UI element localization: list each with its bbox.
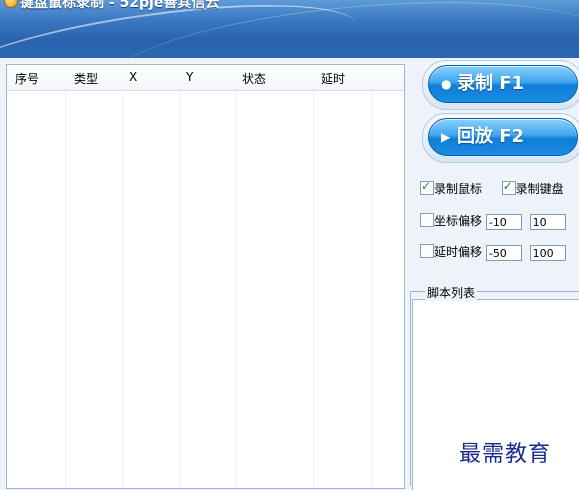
- delay-offset-row: 延时偏移 -50 100: [420, 243, 566, 261]
- column-header-delay[interactable]: 延时: [321, 70, 345, 87]
- record-button-label: 录制 F1: [457, 73, 525, 94]
- record-mouse-checkbox[interactable]: [420, 179, 434, 195]
- record-list[interactable]: 序号 类型 X Y 状态 延时: [6, 64, 405, 489]
- column-header-x[interactable]: X: [129, 70, 137, 84]
- record-button[interactable]: ● 录制 F1: [428, 65, 578, 103]
- control-panel: ● 录制 F1 ▶ 回放 F2 录制鼠标 录制键盘 坐标偏移 -10 10 延时…: [410, 58, 579, 490]
- list-header: 序号 类型 X Y 状态 延时: [7, 65, 404, 91]
- column-header-index[interactable]: 序号: [15, 70, 39, 87]
- record-options-row: 录制鼠标 录制键盘: [420, 179, 564, 198]
- script-list-title: 脚本列表: [425, 284, 478, 301]
- column-separator: [122, 65, 123, 488]
- playback-button-label: 回放 F2: [457, 126, 525, 147]
- column-separator: [313, 65, 314, 488]
- script-list[interactable]: 最需教育: [412, 299, 579, 490]
- coord-offset-min-input[interactable]: -10: [485, 214, 522, 230]
- delay-offset-checkbox[interactable]: [420, 244, 434, 258]
- record-keyboard-checkbox[interactable]: [501, 179, 516, 195]
- coord-offset-row: 坐标偏移 -10 10: [420, 212, 566, 230]
- script-list-group: 最需教育 脚本列表: [410, 284, 579, 490]
- delay-offset-max-input[interactable]: 100: [529, 245, 566, 261]
- watermark-text: 最需教育: [459, 442, 552, 467]
- column-separator: [372, 65, 373, 488]
- coord-offset-checkbox[interactable]: [420, 213, 434, 227]
- column-header-y[interactable]: Y: [186, 70, 193, 84]
- delay-offset-label: 延时偏移: [434, 245, 483, 259]
- coord-offset-label: 坐标偏移: [434, 214, 483, 228]
- record-dot-icon: ●: [441, 77, 452, 91]
- column-separator: [65, 65, 66, 488]
- app-icon: [4, 0, 18, 8]
- record-keyboard-label: 录制键盘: [515, 182, 564, 196]
- delay-offset-min-input[interactable]: -50: [485, 245, 522, 261]
- column-header-status[interactable]: 状态: [242, 70, 266, 87]
- play-triangle-icon: ▶: [441, 130, 451, 144]
- column-header-type[interactable]: 类型: [74, 70, 98, 87]
- title-bar: 键盘鼠标录制 - 52pje善其信云: [0, 0, 579, 58]
- record-mouse-label: 录制鼠标: [434, 182, 483, 196]
- playback-button[interactable]: ▶ 回放 F2: [428, 118, 578, 156]
- window-title: 键盘鼠标录制 - 52pje善其信云: [20, 0, 220, 11]
- column-separator: [179, 65, 180, 488]
- coord-offset-max-input[interactable]: 10: [529, 214, 566, 230]
- column-separator: [236, 65, 237, 488]
